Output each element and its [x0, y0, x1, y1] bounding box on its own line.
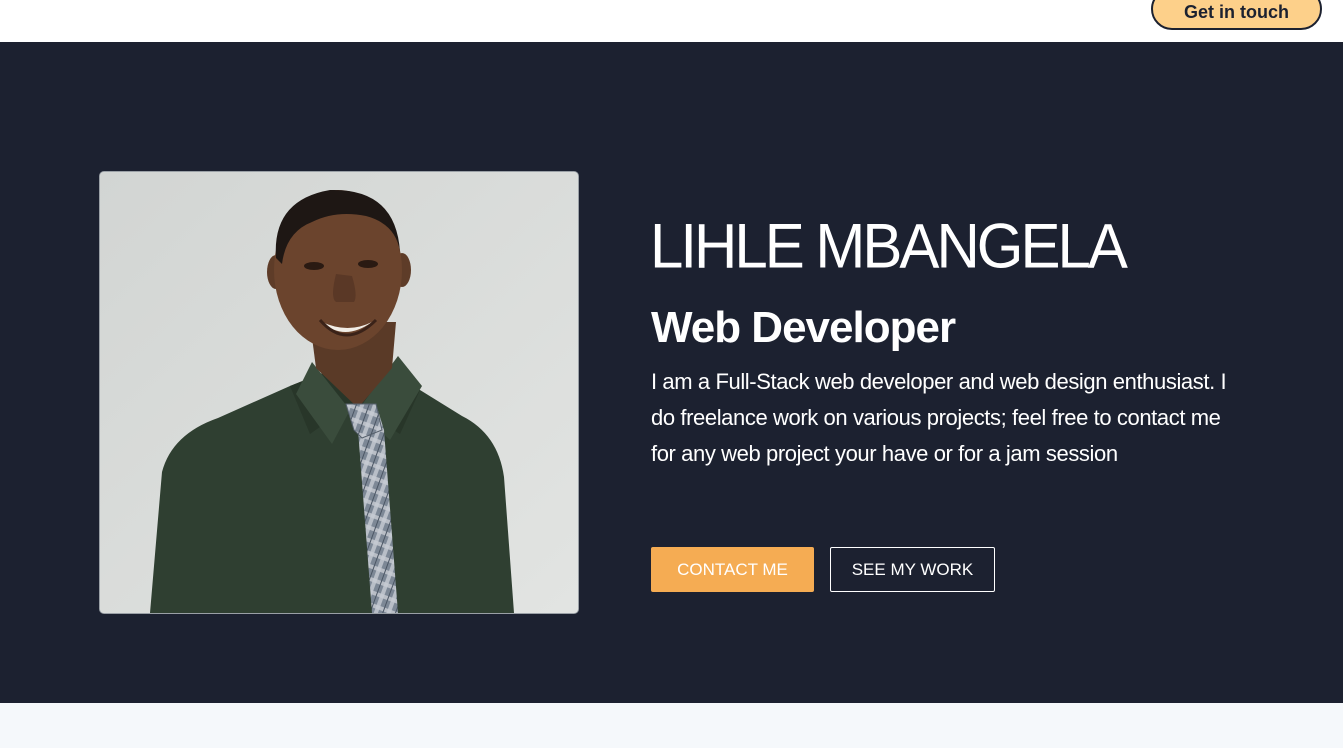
job-title: Web Developer [651, 303, 956, 352]
bio-text: I am a Full-Stack web developer and web … [651, 369, 1227, 466]
next-section [0, 703, 1343, 748]
see-my-work-button[interactable]: SEE MY WORK [830, 547, 995, 592]
get-in-touch-button[interactable]: Get in touch [1151, 0, 1322, 30]
contact-me-button[interactable]: CONTACT ME [651, 547, 814, 592]
person-name: LIHLE MBANGELA [650, 211, 1128, 282]
profile-photo [99, 171, 579, 614]
hero-section: LIHLE MBANGELA Web Developer I am a Full… [0, 42, 1343, 703]
top-nav-bar: Get in touch [0, 0, 1343, 42]
